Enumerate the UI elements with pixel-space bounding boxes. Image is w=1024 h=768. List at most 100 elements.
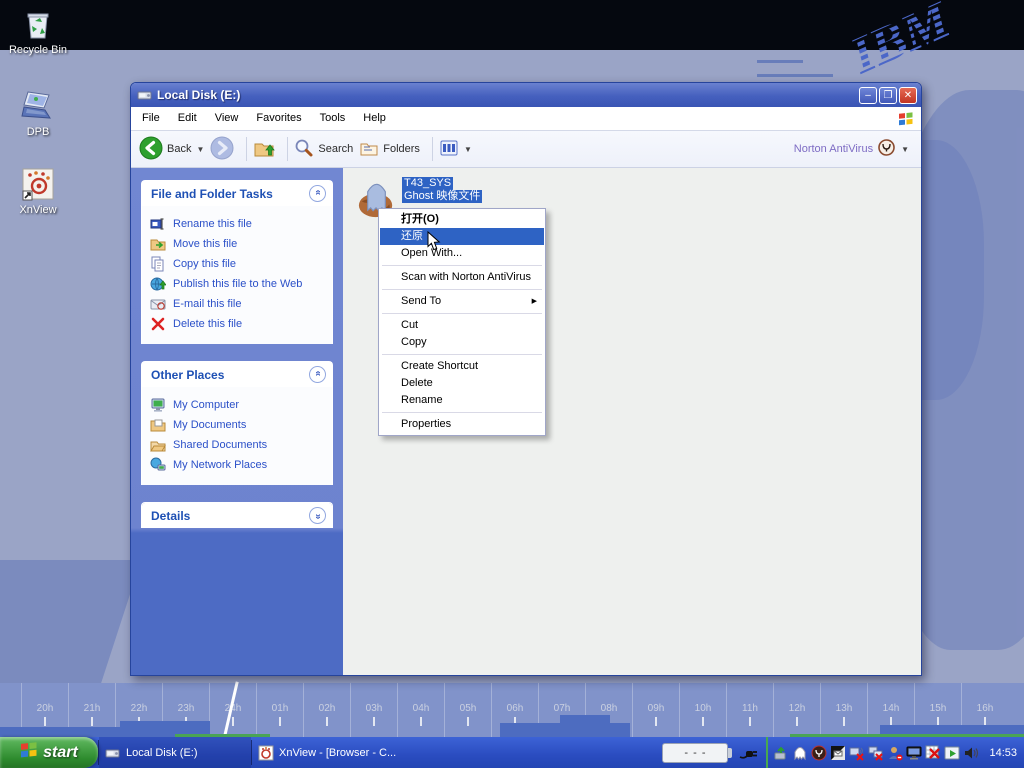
task-copy[interactable]: Copy this file <box>150 254 326 274</box>
other-places-panel: Other Places » My ComputerMy DocumentsSh… <box>141 361 333 485</box>
menu-file[interactable]: File <box>133 107 169 130</box>
back-label: Back <box>167 143 191 155</box>
desktop: IBM 20h21h22h23h24h01h02h03h04h05h06h07h… <box>0 0 1024 768</box>
tray-media-icon[interactable] <box>944 745 960 761</box>
search-label: Search <box>318 143 353 155</box>
tray-ghost-icon[interactable] <box>792 745 808 761</box>
task-label: Move this file <box>173 238 237 250</box>
clock: 14:53 <box>989 747 1017 759</box>
context-menu-item[interactable]: Delete <box>380 375 544 392</box>
wallpaper-timeline-band: 20h21h22h23h24h01h02h03h04h05h06h07h08h0… <box>0 683 1024 737</box>
context-menu-item[interactable]: Open With... <box>380 245 544 262</box>
maximize-button[interactable]: ❐ <box>879 87 897 104</box>
tray-volume-icon[interactable] <box>963 745 979 761</box>
folders-button[interactable]: Folders <box>359 138 420 161</box>
desktop-icon-label: XnView <box>0 204 76 216</box>
menu-edit[interactable]: Edit <box>169 107 206 130</box>
mouse-cursor <box>427 231 441 257</box>
context-menu-item[interactable]: Copy <box>380 334 544 351</box>
system-tray: 14:53 <box>766 737 1024 768</box>
panel-header[interactable]: File and Folder Tasks » <box>142 181 332 206</box>
publish-icon <box>150 276 166 292</box>
back-button[interactable]: Back ▼ <box>139 136 204 163</box>
forward-icon <box>210 136 234 163</box>
timeline-hour-label: 09h <box>632 683 679 737</box>
tray-removable-icon[interactable] <box>773 745 789 761</box>
desktop-icon-dpb[interactable]: DPB <box>0 88 76 138</box>
task-rename[interactable]: Rename this file <box>150 214 326 234</box>
xnview-small-icon <box>258 745 274 761</box>
tray-status-icon[interactable] <box>887 745 903 761</box>
norton-dropdown-icon[interactable]: ▼ <box>901 145 909 154</box>
context-menu-item[interactable]: Create Shortcut <box>380 358 544 375</box>
chevron-up-icon[interactable]: » <box>309 185 326 202</box>
task-delete[interactable]: Delete this file <box>150 314 326 334</box>
menu-view[interactable]: View <box>206 107 248 130</box>
desktop-icon-xnview[interactable]: XnView <box>0 166 76 216</box>
search-button[interactable]: Search <box>294 138 353 161</box>
selected-file-label[interactable]: T43_SYS Ghost 映像文件 <box>402 177 482 203</box>
place-my-computer[interactable]: My Computer <box>150 395 326 415</box>
start-button[interactable]: start <box>0 737 98 768</box>
my-documents-icon <box>150 417 166 433</box>
context-menu-item[interactable]: 还原 <box>380 228 544 245</box>
context-menu-item[interactable]: Rename <box>380 392 544 409</box>
timeline-hour-label: 03h <box>350 683 397 737</box>
forward-button[interactable] <box>210 136 234 163</box>
file-type: Ghost 映像文件 <box>402 190 482 203</box>
panel-header[interactable]: Details » <box>142 503 332 528</box>
tray-mail-icon[interactable] <box>830 745 846 761</box>
panel-header[interactable]: Other Places » <box>142 362 332 387</box>
views-dropdown-icon[interactable]: ▼ <box>464 145 472 154</box>
laptop-icon <box>0 88 76 124</box>
task-label: E-mail this file <box>173 298 241 310</box>
my-computer-icon <box>150 397 166 413</box>
context-menu-item[interactable]: 打开(O) <box>380 211 544 228</box>
chevron-up-icon[interactable]: » <box>309 366 326 383</box>
windows-flag-icon <box>897 110 915 128</box>
taskbar-task-button[interactable]: Local Disk (E:) <box>99 737 251 768</box>
menu-favorites[interactable]: Favorites <box>247 107 310 130</box>
context-menu: 打开(O)还原Open With... Scan with Norton Anti… <box>378 208 546 436</box>
menu-help[interactable]: Help <box>354 107 395 130</box>
context-menu-item[interactable]: Cut <box>380 317 544 334</box>
taskbar-task-button[interactable]: XnView - [Browser - C... <box>252 737 404 768</box>
details-panel: Details » <box>141 502 333 528</box>
context-menu-item[interactable]: Properties <box>380 416 544 433</box>
battery-gauge[interactable]: - - - <box>662 743 728 763</box>
start-label: start <box>43 744 78 762</box>
tray-network-x-icon[interactable] <box>868 745 884 761</box>
timeline-hour-label: 11h <box>726 683 773 737</box>
panel-body: My ComputerMy DocumentsShared Documents M… <box>142 387 332 485</box>
minimize-button[interactable]: – <box>859 87 877 104</box>
context-menu-item[interactable]: Scan with Norton AntiVirus <box>380 269 544 286</box>
battery-gauge-nub <box>728 748 732 758</box>
back-dropdown-icon[interactable]: ▼ <box>196 145 204 154</box>
chevron-down-icon[interactable]: » <box>309 507 326 524</box>
norton-antivirus-icon[interactable] <box>878 139 895 159</box>
menu-tools[interactable]: Tools <box>311 107 355 130</box>
close-button[interactable]: ✕ <box>899 87 917 104</box>
timeline-hour-label: 13h <box>820 683 867 737</box>
task-move[interactable]: Move this file <box>150 234 326 254</box>
xnview-icon <box>0 166 76 202</box>
desktop-icon-recycle-bin[interactable]: Recycle Bin <box>0 8 76 56</box>
desktop-icon-label: DPB <box>0 126 76 138</box>
context-menu-item[interactable]: Send To <box>380 293 544 310</box>
timeline-hour-label: 04h <box>397 683 444 737</box>
place-shared-documents[interactable]: Shared Documents <box>150 435 326 455</box>
views-button[interactable]: ▼ <box>439 138 472 161</box>
title-bar[interactable]: Local Disk (E:) – ❐ ✕ <box>131 83 921 107</box>
task-email[interactable]: E-mail this file <box>150 294 326 314</box>
window-title: Local Disk (E:) <box>157 88 857 102</box>
place-network-places[interactable]: My Network Places <box>150 455 326 475</box>
tray-wireless-x-icon[interactable] <box>849 745 865 761</box>
tray-norton-icon[interactable] <box>811 745 827 761</box>
task-publish[interactable]: Publish this file to the Web <box>150 274 326 294</box>
task-label: My Network Places <box>173 459 267 471</box>
tray-display-icon[interactable] <box>906 745 922 761</box>
up-button[interactable] <box>253 137 275 162</box>
tray-grid-x-icon[interactable] <box>925 745 941 761</box>
place-my-documents[interactable]: My Documents <box>150 415 326 435</box>
wallpaper-silhouette <box>560 715 610 737</box>
